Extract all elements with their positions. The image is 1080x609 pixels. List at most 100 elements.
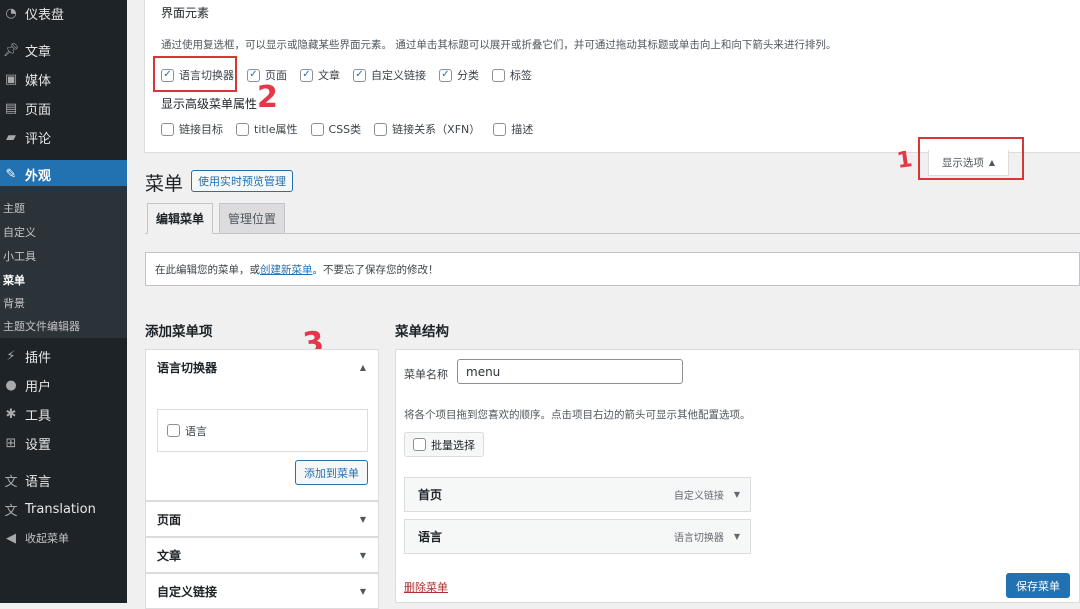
annotation-box-checkbox <box>153 56 237 92</box>
brush-icon: ✎ <box>5 166 17 182</box>
add-to-menu-button[interactable]: 添加到菜单 <box>295 460 368 485</box>
caret-down-icon[interactable]: ▼ <box>734 490 740 499</box>
checkbox-language-item[interactable]: 语言 <box>167 423 207 439</box>
plugin-icon: ⚡︎ <box>6 348 16 364</box>
sidebar-item-translation[interactable]: 文 Translation <box>0 496 127 522</box>
nav-tabs: 编辑菜单 管理位置 <box>147 203 286 234</box>
checkbox-link-relationship[interactable]: 链接关系（XFN） <box>374 121 480 137</box>
caret-up-icon: ▲ <box>359 363 366 372</box>
wrench-icon: ✱ <box>5 406 17 422</box>
sidebar-item-label: 插件 <box>25 350 52 366</box>
tab-manage-locations[interactable]: 管理位置 <box>219 203 286 234</box>
submenu-item-menus[interactable]: 菜单 <box>3 272 25 288</box>
sidebar-item-label: 仪表盘 <box>25 7 65 23</box>
page-icon: ▤ <box>4 100 18 116</box>
annotation-number-two: 2 <box>257 80 278 115</box>
checkbox-tags[interactable]: 标签 <box>492 67 532 83</box>
checkbox-description[interactable]: 描述 <box>493 121 533 137</box>
sidebar-item-label: 页面 <box>25 102 52 118</box>
checkbox-title-attribute[interactable]: title属性 <box>236 121 298 137</box>
sidebar-item-label: 文章 <box>25 44 52 60</box>
settings-icon: ⊞ <box>5 435 17 451</box>
main-content: 界面元素 通过使用复选框，可以显示或隐藏某些界面元素。 通过单击其标题可以展开或… <box>127 0 1080 609</box>
sidebar-item-tools[interactable]: ✱ 工具 <box>0 401 127 427</box>
sidebar-item-plugins[interactable]: ⚡︎ 插件 <box>0 343 127 369</box>
media-icon: ▣ <box>4 71 18 87</box>
menu-structure-panel <box>395 349 1080 603</box>
admin-sidebar: ◔ 仪表盘 📌︎ 文章 ▣ 媒体 ▤ 页面 ▰ 评论 ✎ 外观 主题 自定义 小工具 菜单 … <box>0 0 127 603</box>
menu-name-label: 菜单名称 <box>404 368 448 381</box>
submenu-item-customize[interactable]: 自定义 <box>3 224 36 240</box>
screen-options-title: 界面元素 <box>161 6 210 20</box>
user-icon: ● <box>5 377 17 393</box>
menu-item[interactable]: 语言 语言切换器 ▼ <box>404 519 751 554</box>
checkmark-icon: ✓ <box>300 68 313 82</box>
submenu-item-background[interactable]: 背景 <box>3 295 25 311</box>
sidebar-item-languages[interactable]: 文语言 <box>0 467 127 493</box>
accordion-language-switcher[interactable]: 语言切换器 ▲ <box>145 349 379 385</box>
add-menu-items-title: 添加菜单项 <box>145 324 213 340</box>
pin-icon: 📌︎ <box>2 42 20 58</box>
submenu-item-widgets[interactable]: 小工具 <box>3 248 36 264</box>
menu-structure-title: 菜单结构 <box>395 324 449 340</box>
sidebar-item-label: 用户 <box>25 379 52 395</box>
collapse-menu-button[interactable]: ◀ 收起菜单 <box>0 525 127 551</box>
sidebar-item-label: 收起菜单 <box>25 532 69 545</box>
accordion-custom-links[interactable]: 自定义链接 ▼ <box>145 573 379 609</box>
submenu-item-themes[interactable]: 主题 <box>3 200 25 216</box>
annotation-number-one: 1 <box>895 147 914 174</box>
sidebar-item-label: Translation <box>25 501 96 517</box>
sidebar-item-label: 工具 <box>25 408 52 424</box>
sidebar-item-pages[interactable]: ▤ 页面 <box>0 95 127 121</box>
sidebar-item-appearance[interactable]: ✎ 外观 <box>0 160 127 188</box>
tab-edit-menus[interactable]: 编辑菜单 <box>147 203 214 234</box>
sidebar-item-users[interactable]: ● 用户 <box>0 372 127 398</box>
sidebar-item-posts[interactable]: 📌︎ 文章 <box>0 37 127 63</box>
edit-notice: 在此编辑您的菜单，或 创建新菜单 。不要忘了保存您的修改！ <box>145 252 1080 286</box>
checkbox-custom-links[interactable]: ✓ 自定义链接 <box>353 67 426 83</box>
live-preview-button[interactable]: 使用实时预览管理 <box>191 170 293 192</box>
screen-options-description: 通过使用复选框，可以显示或隐藏某些界面元素。 通过单击其标题可以展开或折叠它们，… <box>161 39 837 51</box>
checkbox-posts[interactable]: ✓ 文章 <box>300 67 340 83</box>
delete-menu-link[interactable]: 删除菜单 <box>404 579 448 595</box>
checkbox-categories[interactable]: ✓ 分类 <box>439 67 479 83</box>
annotation-box-screen-options <box>918 137 1024 180</box>
menu-name-input[interactable]: menu <box>457 359 683 384</box>
caret-down-icon[interactable]: ▼ <box>734 532 740 541</box>
checkbox-css-classes[interactable]: CSS类 <box>310 121 361 137</box>
sidebar-item-label: 设置 <box>25 437 52 453</box>
tab-divider <box>145 233 1080 234</box>
page-title: 菜单 <box>145 173 184 195</box>
caret-down-icon: ▼ <box>359 550 366 560</box>
menu-structure-help: 将各个项目拖到您喜欢的顺序。点击项目右边的箭头可显示其他配置选项。 <box>404 409 751 421</box>
sidebar-item-settings[interactable]: ⊞ 设置 <box>0 430 127 456</box>
sidebar-item-label: 语言 <box>25 474 52 490</box>
comment-icon: ▰ <box>6 129 16 145</box>
accordion-pages[interactable]: 页面 ▼ <box>145 501 379 537</box>
checkmark-icon: ✓ <box>439 68 452 82</box>
caret-down-icon: ▼ <box>359 586 366 596</box>
sidebar-item-label: 媒体 <box>25 73 52 89</box>
language-item-list: 语言 <box>157 409 368 452</box>
submenu-item-theme-editor[interactable]: 主题文件编辑器 <box>3 318 80 334</box>
accordion-posts[interactable]: 文章 ▼ <box>145 537 379 573</box>
caret-down-icon: ▼ <box>359 514 366 524</box>
translate-icon: 文 <box>4 474 18 490</box>
sidebar-item-comments[interactable]: ▰ 评论 <box>0 124 127 150</box>
menu-item[interactable]: 首页 自定义链接 ▼ <box>404 477 751 512</box>
create-new-menu-link[interactable]: 创建新菜单 <box>260 262 313 277</box>
dashboard-icon: ◔ <box>5 5 17 21</box>
advanced-properties-checkboxes: 链接目标 title属性 CSS类 链接关系（XFN） 描述 <box>161 121 533 137</box>
checkmark-icon: ✓ <box>353 68 366 82</box>
sidebar-item-label: 外观 <box>25 168 52 184</box>
bulk-select-checkbox[interactable]: 批量选择 <box>404 432 484 457</box>
checkbox-link-target[interactable]: 链接目标 <box>161 121 223 137</box>
sidebar-item-label: 评论 <box>25 131 52 147</box>
screen-options-panel: 界面元素 通过使用复选框，可以显示或隐藏某些界面元素。 通过单击其标题可以展开或… <box>144 0 1080 153</box>
collapse-icon: ◀ <box>6 530 16 546</box>
sidebar-item-dashboard[interactable]: ◔ 仪表盘 <box>0 0 127 26</box>
advanced-properties-title: 显示高级菜单属性 <box>161 97 258 111</box>
sidebar-item-media[interactable]: ▣ 媒体 <box>0 66 127 92</box>
translate-icon: 文 <box>4 503 18 519</box>
save-menu-button[interactable]: 保存菜单 <box>1006 573 1070 598</box>
